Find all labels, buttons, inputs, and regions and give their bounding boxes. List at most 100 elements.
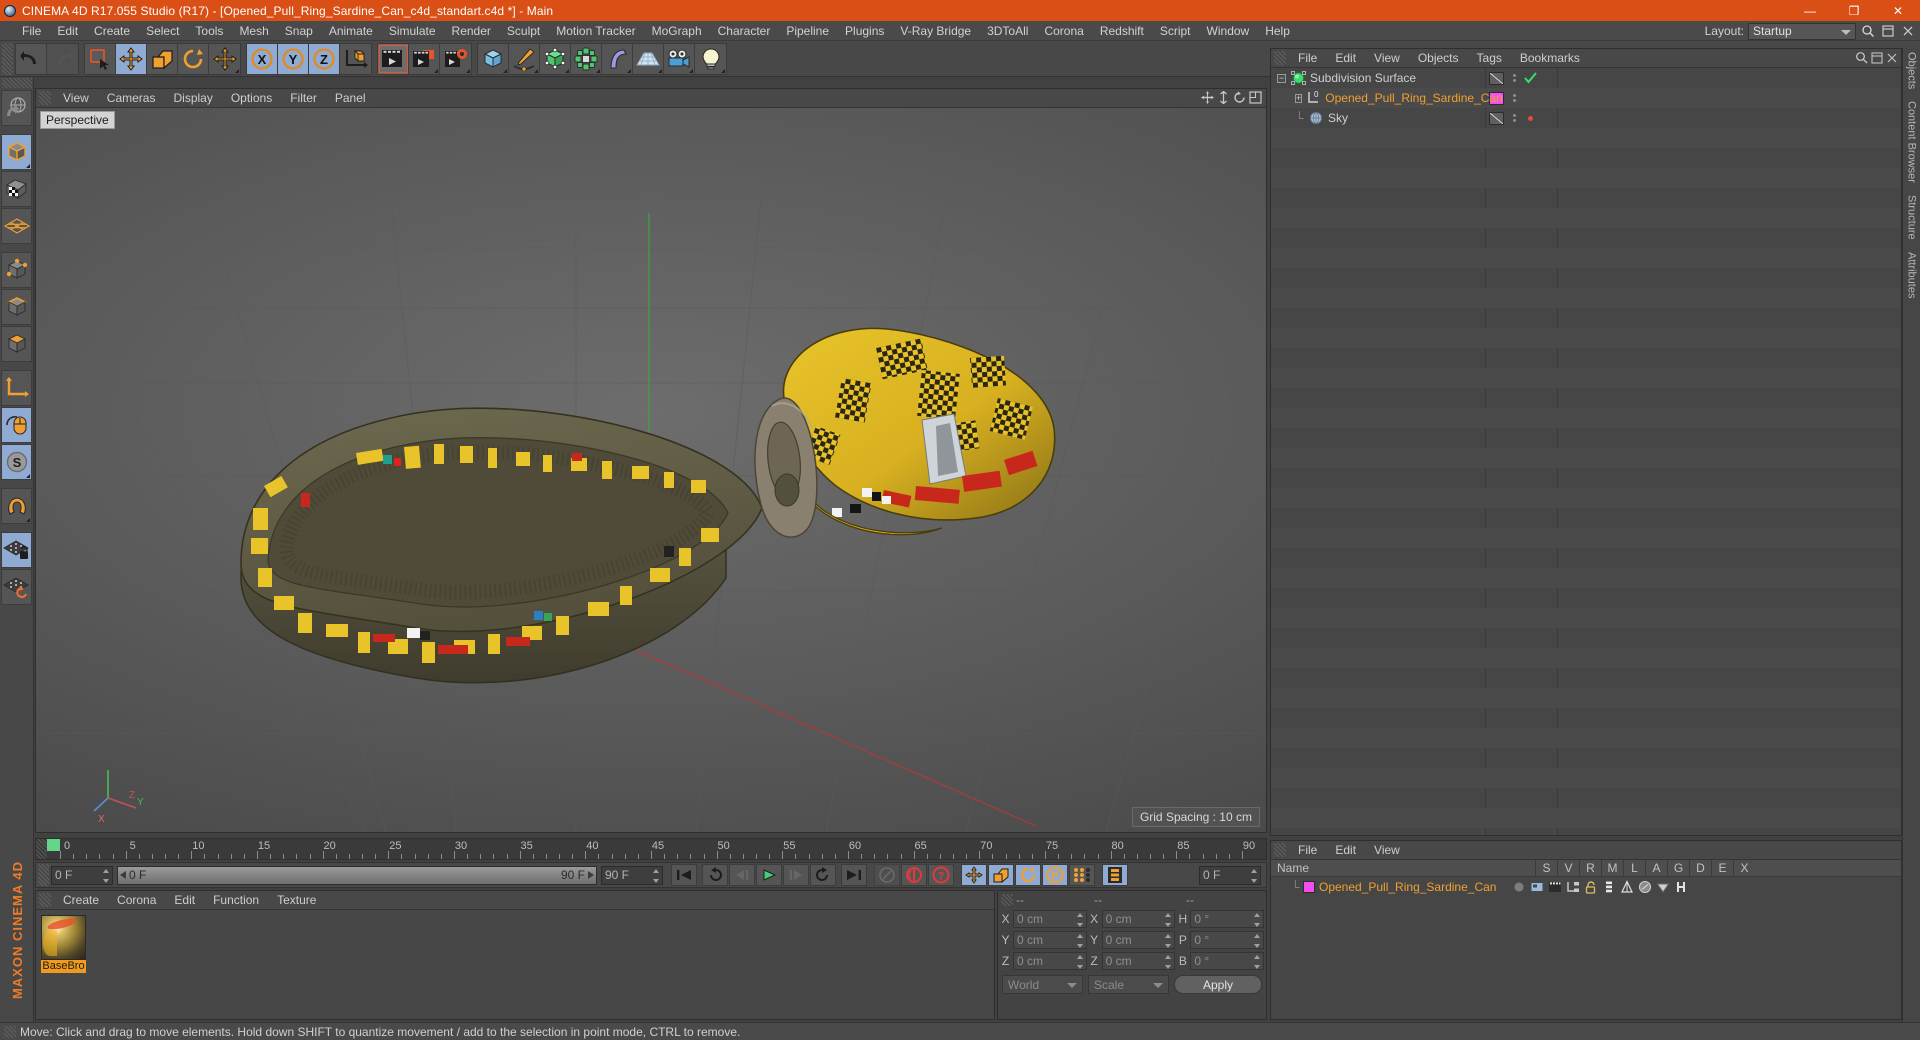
- column-header-a[interactable]: A: [1645, 859, 1667, 877]
- render-to-picture-viewer-button[interactable]: [409, 43, 440, 74]
- move-duplicate-button[interactable]: [209, 43, 240, 74]
- display-icon[interactable]: [1530, 880, 1544, 894]
- viewport-menu-cameras[interactable]: Cameras: [98, 89, 165, 108]
- menu-item-pipeline[interactable]: Pipeline: [778, 21, 837, 41]
- maximize-button[interactable]: ❐: [1832, 0, 1876, 21]
- menu-item-render[interactable]: Render: [444, 21, 499, 41]
- undo-view-button[interactable]: [1, 90, 32, 126]
- size-y-stepper[interactable]: [1165, 934, 1172, 948]
- material-menu-create[interactable]: Create: [54, 891, 108, 910]
- rotation-b-stepper[interactable]: [1254, 955, 1261, 969]
- menu-item-mesh[interactable]: Mesh: [231, 21, 276, 41]
- visibility-dots[interactable]: [1507, 88, 1521, 108]
- menu-item-window[interactable]: Window: [1199, 21, 1258, 41]
- menu-item-animate[interactable]: Animate: [321, 21, 381, 41]
- play-button[interactable]: [756, 864, 782, 886]
- menu-item-snap[interactable]: Snap: [277, 21, 321, 41]
- search-icon[interactable]: [1860, 23, 1876, 39]
- start-frame-stepper[interactable]: [103, 868, 110, 883]
- object-menu-grip[interactable]: [1274, 51, 1286, 65]
- edges-mode-button[interactable]: [1, 289, 32, 325]
- close-layout-icon[interactable]: [1900, 23, 1916, 39]
- redo-button[interactable]: [47, 43, 78, 74]
- menu-item-motion-tracker[interactable]: Motion Tracker: [548, 21, 643, 41]
- viewport-menu-filter[interactable]: Filter: [281, 89, 326, 108]
- menu-item-select[interactable]: Select: [138, 21, 187, 41]
- record-active-objects-button[interactable]: [874, 864, 900, 886]
- axis-mode-button[interactable]: [1, 370, 32, 406]
- object-state-icon[interactable]: [1521, 68, 1539, 88]
- object-state-icon[interactable]: [1521, 88, 1539, 108]
- position-key-button[interactable]: [961, 864, 987, 886]
- viewport-menu-display[interactable]: Display: [164, 89, 221, 108]
- minimize-button[interactable]: —: [1788, 0, 1832, 21]
- viewport-mouse-button[interactable]: [1, 407, 32, 443]
- object-tag-swatch[interactable]: [1485, 68, 1507, 88]
- connect-icon[interactable]: [1566, 880, 1580, 894]
- menu-item-character[interactable]: Character: [710, 21, 779, 41]
- restore-panel-icon[interactable]: [1871, 51, 1883, 64]
- size-x-stepper[interactable]: [1165, 913, 1172, 927]
- add-generator-button[interactable]: [540, 43, 571, 74]
- restore-layout-icon[interactable]: [1880, 23, 1896, 39]
- menu-grip[interactable]: [0, 21, 14, 41]
- lock-y-axis-button[interactable]: Y: [278, 43, 309, 74]
- viewport-menu-options[interactable]: Options: [222, 89, 281, 108]
- column-header-v[interactable]: V: [1557, 859, 1579, 877]
- menu-item-v-ray-bridge[interactable]: V-Ray Bridge: [892, 21, 979, 41]
- object-menu-file[interactable]: File: [1289, 49, 1326, 68]
- rotation-b-field[interactable]: 0 °: [1190, 952, 1265, 970]
- add-light-button[interactable]: [695, 43, 726, 74]
- lock-workplane-button[interactable]: [1, 532, 32, 568]
- rotate-view-icon[interactable]: [1233, 91, 1246, 104]
- object-row[interactable]: − Subdivision Surface: [1271, 68, 1901, 88]
- add-scene-object-button[interactable]: [633, 43, 664, 74]
- add-deformer-button[interactable]: [602, 43, 633, 74]
- add-spline-button[interactable]: [509, 43, 540, 74]
- point-level-animation-button[interactable]: [1069, 864, 1095, 886]
- object-row[interactable]: └ Sky: [1271, 108, 1901, 128]
- size-x-field[interactable]: 0 cm: [1101, 910, 1176, 928]
- dock-tab-objects[interactable]: Objects: [1906, 52, 1918, 89]
- object-menu-bookmarks[interactable]: Bookmarks: [1511, 49, 1589, 68]
- end-frame-stepper[interactable]: [653, 868, 660, 883]
- tag-menu-view[interactable]: View: [1365, 841, 1409, 860]
- add-modeling-object-button[interactable]: [571, 43, 602, 74]
- points-mode-button[interactable]: [1, 252, 32, 288]
- coordinate-system-dropdown[interactable]: World: [1002, 975, 1083, 994]
- dock-tab-attributes[interactable]: Attributes: [1906, 252, 1918, 298]
- rotation-h-stepper[interactable]: [1254, 913, 1261, 927]
- rotate-tool-button[interactable]: [178, 43, 209, 74]
- viewport-menu-view[interactable]: View: [54, 89, 98, 108]
- lock-x-axis-button[interactable]: X: [247, 43, 278, 74]
- rotation-h-field[interactable]: 0 °: [1190, 910, 1265, 928]
- column-header-d[interactable]: D: [1689, 859, 1711, 877]
- position-x-field[interactable]: 0 cm: [1013, 910, 1087, 928]
- material-list[interactable]: BaseBro: [36, 910, 994, 1019]
- menu-item-edit[interactable]: Edit: [49, 21, 86, 41]
- lock-z-axis-button[interactable]: Z: [309, 43, 340, 74]
- menu-item-redshift[interactable]: Redshift: [1092, 21, 1152, 41]
- texture-mode-button[interactable]: [1, 171, 32, 207]
- range-left-handle[interactable]: [120, 871, 126, 879]
- table-row[interactable]: └ Opened_Pull_Ring_Sardine_Can: [1271, 877, 1901, 897]
- tag-menu-grip[interactable]: [1274, 843, 1286, 857]
- dock-tab-content-browser[interactable]: Content Browser: [1906, 101, 1918, 183]
- material-menu-edit[interactable]: Edit: [165, 891, 204, 910]
- next-keyframe-button[interactable]: [810, 864, 836, 886]
- material-menu-grip[interactable]: [39, 893, 51, 907]
- position-z-stepper[interactable]: [1076, 955, 1084, 969]
- autokeying-button[interactable]: [901, 864, 927, 886]
- left-toolbar-grip[interactable]: [1, 78, 32, 88]
- go-to-end-button[interactable]: [841, 864, 867, 886]
- object-menu-tags[interactable]: Tags: [1468, 49, 1511, 68]
- step-back-button[interactable]: [729, 864, 755, 886]
- bone-icon[interactable]: [1674, 880, 1688, 894]
- layout-dropdown[interactable]: Startup: [1748, 22, 1856, 40]
- previous-keyframe-button[interactable]: [702, 864, 728, 886]
- render-view-button[interactable]: [378, 43, 409, 74]
- search-icon[interactable]: [1855, 51, 1868, 64]
- column-header-name[interactable]: Name: [1271, 861, 1535, 875]
- coordinate-mode-dropdown[interactable]: Scale: [1088, 975, 1169, 994]
- scale-key-button[interactable]: [988, 864, 1014, 886]
